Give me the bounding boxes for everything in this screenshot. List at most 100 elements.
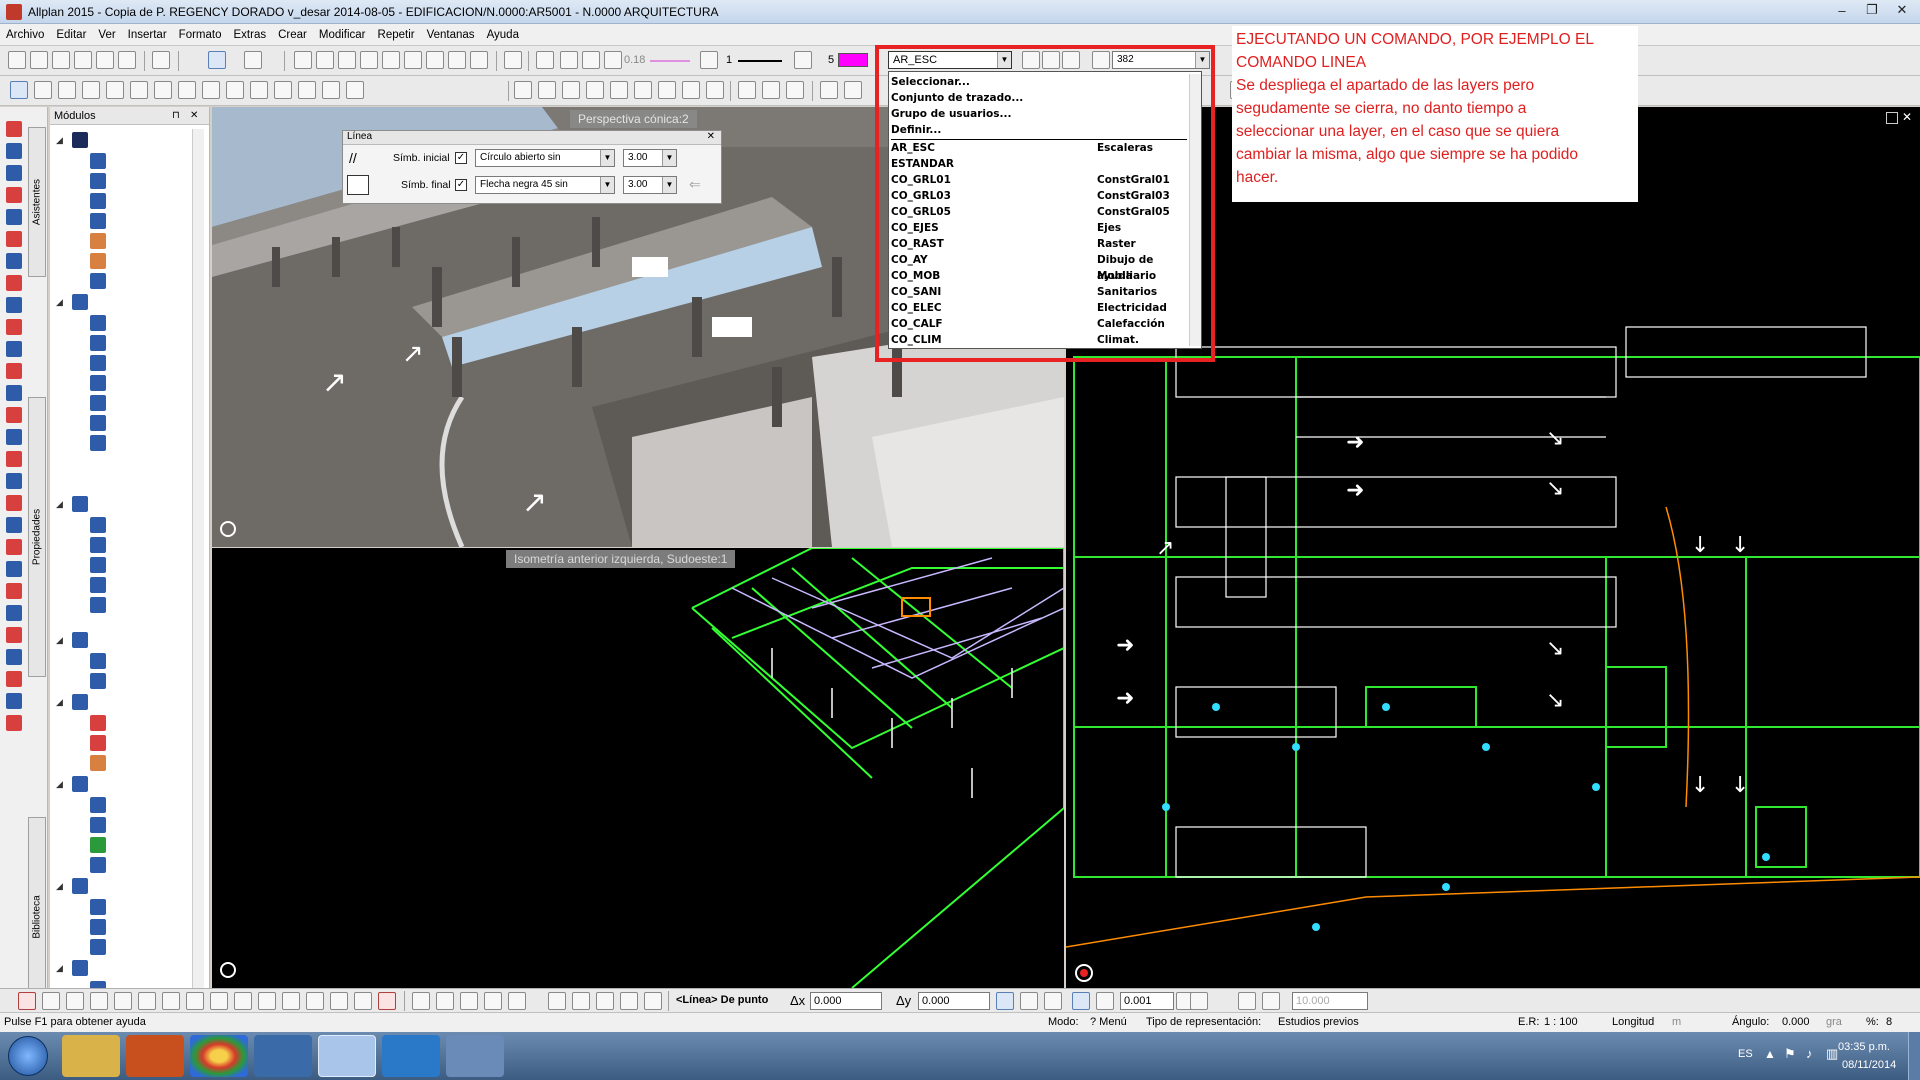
snap-mode-icon[interactable]	[996, 992, 1014, 1010]
polyline-tool-icon[interactable]	[34, 81, 52, 99]
network-taskbar-icon[interactable]	[254, 1035, 312, 1077]
module-icon-3e[interactable]	[90, 597, 106, 613]
edit-tool-icon-n[interactable]	[354, 992, 372, 1010]
repr-value[interactable]: Estudios previos	[1278, 1016, 1359, 1028]
start-symbol-checkbox[interactable]: ✓	[455, 152, 467, 164]
wizard-icon-14[interactable]	[6, 407, 22, 423]
open-file-icon[interactable]	[52, 51, 70, 69]
move-tool-icon[interactable]	[250, 81, 268, 99]
tool-icon-h[interactable]	[448, 51, 466, 69]
menu-extras[interactable]: Extras	[234, 29, 267, 41]
snap-tool-icon[interactable]	[820, 81, 838, 99]
module-icon-3b[interactable]	[90, 537, 106, 553]
end-symbol-checkbox[interactable]: ✓	[455, 179, 467, 191]
menu-editar[interactable]: Editar	[56, 29, 86, 41]
modules-scrollbar[interactable]	[192, 129, 204, 1009]
wall-tool-icon[interactable]	[514, 81, 532, 99]
mod-tool-icon-b[interactable]	[436, 992, 454, 1010]
delta-y-input[interactable]: 0.000	[918, 992, 990, 1010]
expand-triangle-icon[interactable]: ◢	[56, 135, 63, 146]
itunes-taskbar-icon[interactable]	[382, 1035, 440, 1077]
module-icon-1e[interactable]	[90, 233, 106, 249]
tool-icon-c[interactable]	[338, 51, 356, 69]
wizard-icon-13[interactable]	[6, 385, 22, 401]
grid-tool-icon[interactable]	[844, 81, 862, 99]
module-icon-6a[interactable]	[90, 797, 106, 813]
module-icon-6b[interactable]	[90, 817, 106, 833]
edit-tool-icon-b[interactable]	[66, 992, 84, 1010]
start-symbol-size-combo[interactable]: 3.00 ▼	[623, 149, 677, 167]
paint-taskbar-icon[interactable]	[446, 1035, 504, 1077]
menu-modificar[interactable]: Modificar	[319, 29, 366, 41]
wizard-icon-28[interactable]	[6, 715, 22, 731]
snap-mode-icon-b[interactable]	[1020, 992, 1038, 1010]
pen-thickness-icon[interactable]	[604, 51, 622, 69]
language-indicator[interactable]: ES	[1738, 1048, 1753, 1060]
close-panel-icon[interactable]: ✕	[707, 131, 715, 142]
mod-tool-icon-a[interactable]	[412, 992, 430, 1010]
tool-icon-b[interactable]	[316, 51, 334, 69]
longitud-unit[interactable]: m	[1672, 1016, 1681, 1028]
module-group-icon-2[interactable]	[72, 294, 88, 310]
chevron-down-icon[interactable]: ▼	[662, 177, 676, 193]
color-swatch[interactable]	[838, 53, 868, 67]
swap-arrow-icon[interactable]: ⇐	[689, 176, 701, 193]
module-icon-2a[interactable]	[90, 315, 106, 331]
line-type-value[interactable]: 1	[726, 54, 732, 66]
new-file-icon[interactable]	[8, 51, 26, 69]
open-project-icon[interactable]	[30, 51, 48, 69]
step-input[interactable]: 0.001	[1120, 992, 1174, 1010]
wizard-icon-9[interactable]	[6, 297, 22, 313]
tool-icon-d[interactable]	[360, 51, 378, 69]
color-value[interactable]: 5	[828, 54, 834, 66]
module-group-icon-8[interactable]	[72, 960, 88, 976]
menu-archivo[interactable]: Archivo	[6, 29, 44, 41]
module-icon-2b[interactable]	[90, 335, 106, 351]
modo-value[interactable]: ? Menú	[1090, 1016, 1127, 1028]
opening-tool-icon[interactable]	[610, 81, 628, 99]
pattern-tool-icon[interactable]	[322, 81, 340, 99]
slab-tool-icon[interactable]	[586, 81, 604, 99]
volume-icon[interactable]: ♪	[1806, 1046, 1813, 1061]
module-icon-1a[interactable]	[90, 153, 106, 169]
pin-icon[interactable]: ⊓	[172, 110, 180, 121]
wizard-icon-2[interactable]	[6, 143, 22, 159]
angulo-unit[interactable]: gra	[1826, 1016, 1842, 1028]
sum-icon[interactable]	[596, 992, 614, 1010]
wizard-icon-18[interactable]	[6, 495, 22, 511]
edit-tool-icon-m[interactable]	[330, 992, 348, 1010]
edit-tool-icon-d[interactable]	[114, 992, 132, 1010]
hatch-tool-icon[interactable]	[274, 81, 292, 99]
delete-tool-icon[interactable]	[18, 992, 36, 1010]
wizard-icon-8[interactable]	[6, 275, 22, 291]
flag-icon[interactable]: ⚑	[1784, 1046, 1796, 1062]
tab-asistentes[interactable]: Asistentes	[28, 127, 46, 277]
wizard-icon-6[interactable]	[6, 231, 22, 247]
edit-tool-icon-c[interactable]	[90, 992, 108, 1010]
print-preview-icon[interactable]	[118, 51, 136, 69]
module-icon-1f[interactable]	[90, 253, 106, 269]
mod-tool-icon-c[interactable]	[460, 992, 478, 1010]
module-icon-1c[interactable]	[90, 193, 106, 209]
wizard-icon-3[interactable]	[6, 165, 22, 181]
module-group-icon-6[interactable]	[72, 776, 88, 792]
menu-crear[interactable]: Crear	[278, 29, 307, 41]
crosshair-tool-icon[interactable]	[202, 81, 220, 99]
polygon-tool-icon[interactable]	[154, 81, 172, 99]
mod-tool-icon-e[interactable]	[508, 992, 526, 1010]
module-icon-4b[interactable]	[90, 673, 106, 689]
module-icon-7c[interactable]	[90, 939, 106, 955]
module-icon-5b[interactable]	[90, 735, 106, 751]
end-symbol-combo[interactable]: Flecha negra 45 sin ▼	[475, 176, 615, 194]
module-icon-6d[interactable]	[90, 857, 106, 873]
undo-icon[interactable]	[208, 51, 226, 69]
chrome-taskbar-icon[interactable]	[190, 1035, 248, 1077]
expand-triangle-icon[interactable]: ◢	[56, 697, 63, 708]
network-icon[interactable]: ▥	[1826, 1046, 1838, 1062]
wizard-icon-12[interactable]	[6, 363, 22, 379]
tool-icon-a[interactable]	[294, 51, 312, 69]
module-group-icon-1[interactable]	[72, 132, 88, 148]
filter-icon-b[interactable]	[644, 992, 662, 1010]
tray-arrow-icon[interactable]: ▲	[1764, 1047, 1776, 1061]
clock-date[interactable]: 08/11/2014	[1842, 1059, 1896, 1071]
